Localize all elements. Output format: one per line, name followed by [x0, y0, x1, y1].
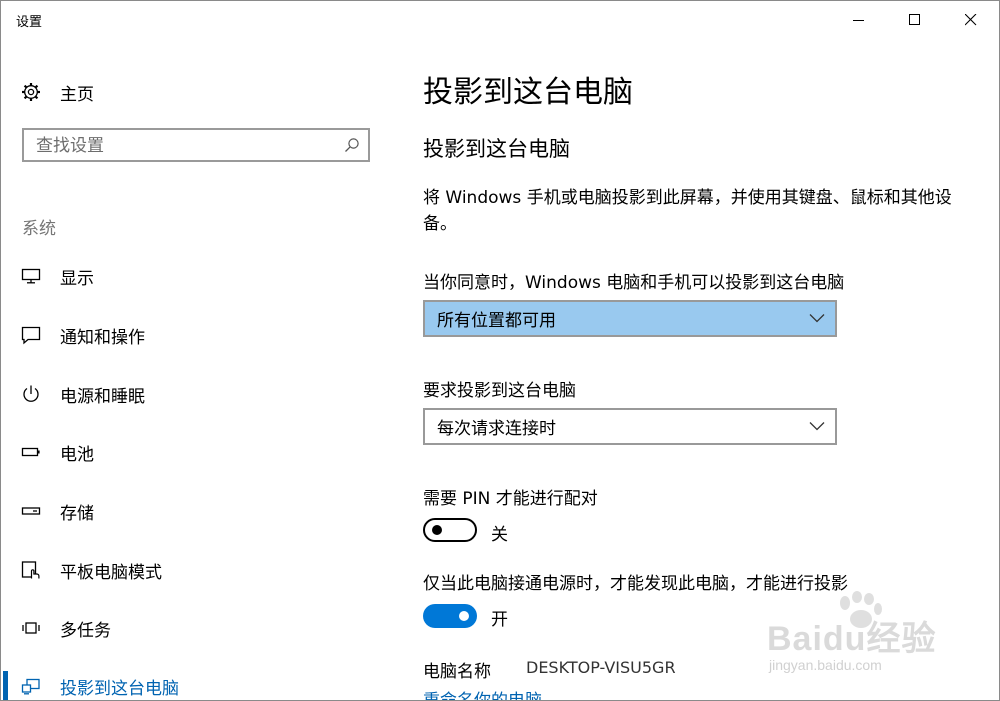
main-content: 投影到这台电脑 投影到这台电脑 将 Windows 手机或电脑投影到此屏幕，并使… [395, 39, 999, 700]
sidebar-item-battery[interactable]: 电池 [1, 432, 395, 472]
power-toggle[interactable] [423, 604, 477, 628]
sidebar-item-label: 存储 [60, 503, 94, 524]
sidebar-item-label: 投影到这台电脑 [60, 678, 179, 699]
request-dropdown[interactable]: 每次请求连接时 [423, 408, 837, 445]
sidebar-item-tablet-mode[interactable]: 平板电脑模式 [1, 550, 395, 590]
sidebar-item-label: 电池 [60, 444, 94, 465]
section-label-system: 系统 [22, 219, 56, 239]
monitor-icon [21, 268, 41, 284]
toggle-knob [459, 611, 469, 621]
request-value: 每次请求连接时 [437, 419, 556, 439]
power-icon [23, 385, 39, 402]
close-button[interactable] [943, 1, 999, 39]
storage-icon [21, 507, 41, 515]
description-text: 将 Windows 手机或电脑投影到此屏幕，并使用其键盘、鼠标和其他设备。 [423, 188, 952, 234]
minimize-button[interactable] [831, 1, 887, 39]
sidebar: 主页 系统 显示 通知和操作 [1, 39, 395, 700]
settings-window: 设置 主页 查找设置 系统 显示 通知和操作 电源和睡眠 电池 存储 平板电脑模… [0, 0, 1000, 701]
search-input[interactable] [36, 134, 336, 158]
power-label: 仅当此电脑接通电源时，才能发现此电脑，才能进行投影 [423, 574, 848, 594]
sidebar-item-multitasking[interactable]: 多任务 [1, 608, 395, 648]
battery-icon [21, 447, 40, 457]
window-title: 设置 [16, 15, 43, 30]
notification-icon [21, 326, 41, 345]
sidebar-item-notifications[interactable]: 通知和操作 [1, 315, 395, 355]
sidebar-item-label: 显示 [60, 268, 94, 289]
pin-label: 需要 PIN 才能进行配对 [423, 489, 598, 509]
sidebar-item-label: 电源和睡眠 [60, 386, 145, 407]
multitasking-icon [22, 622, 40, 634]
sidebar-home-label: 主页 [60, 84, 94, 105]
tablet-mode-icon [21, 561, 40, 579]
request-label: 要求投影到这台电脑 [423, 381, 576, 401]
title-bar: 设置 [1, 1, 999, 39]
pin-toggle[interactable] [423, 518, 477, 542]
close-icon [965, 14, 977, 26]
availability-label: 当你同意时，Windows 电脑和手机可以投影到这台电脑 [423, 273, 845, 293]
pc-name-label: 电脑名称 [423, 662, 491, 682]
power-toggle-state: 开 [491, 610, 508, 630]
maximize-button[interactable] [887, 1, 943, 39]
section-title: 投影到这台电脑 [423, 137, 570, 161]
sidebar-item-storage[interactable]: 存储 [1, 491, 395, 531]
chevron-down-icon [809, 422, 825, 431]
gear-icon [22, 83, 40, 101]
availability-value: 所有位置都可用 [437, 311, 556, 331]
sidebar-item-display[interactable]: 显示 [1, 256, 395, 296]
sidebar-item-label: 通知和操作 [60, 327, 145, 348]
availability-dropdown[interactable]: 所有位置都可用 [423, 300, 837, 337]
sidebar-home[interactable]: 主页 [21, 79, 94, 105]
pin-toggle-state: 关 [491, 525, 508, 545]
project-icon [21, 678, 40, 695]
page-title: 投影到这台电脑 [423, 75, 633, 110]
sidebar-item-power[interactable]: 电源和睡眠 [1, 374, 395, 414]
search-box [22, 128, 370, 162]
sidebar-item-project-to-pc[interactable]: 投影到这台电脑 [1, 666, 395, 700]
sidebar-item-label: 平板电脑模式 [60, 562, 162, 583]
minimize-icon [853, 20, 864, 21]
search-icon[interactable] [344, 137, 360, 153]
pc-name-value: DESKTOP-VISU5GR [526, 658, 676, 677]
chevron-down-icon [809, 314, 825, 323]
sidebar-item-label: 多任务 [60, 620, 111, 641]
maximize-icon [909, 14, 920, 25]
toggle-knob [432, 525, 442, 535]
rename-pc-link[interactable]: 重命名你的电脑 [423, 686, 542, 700]
